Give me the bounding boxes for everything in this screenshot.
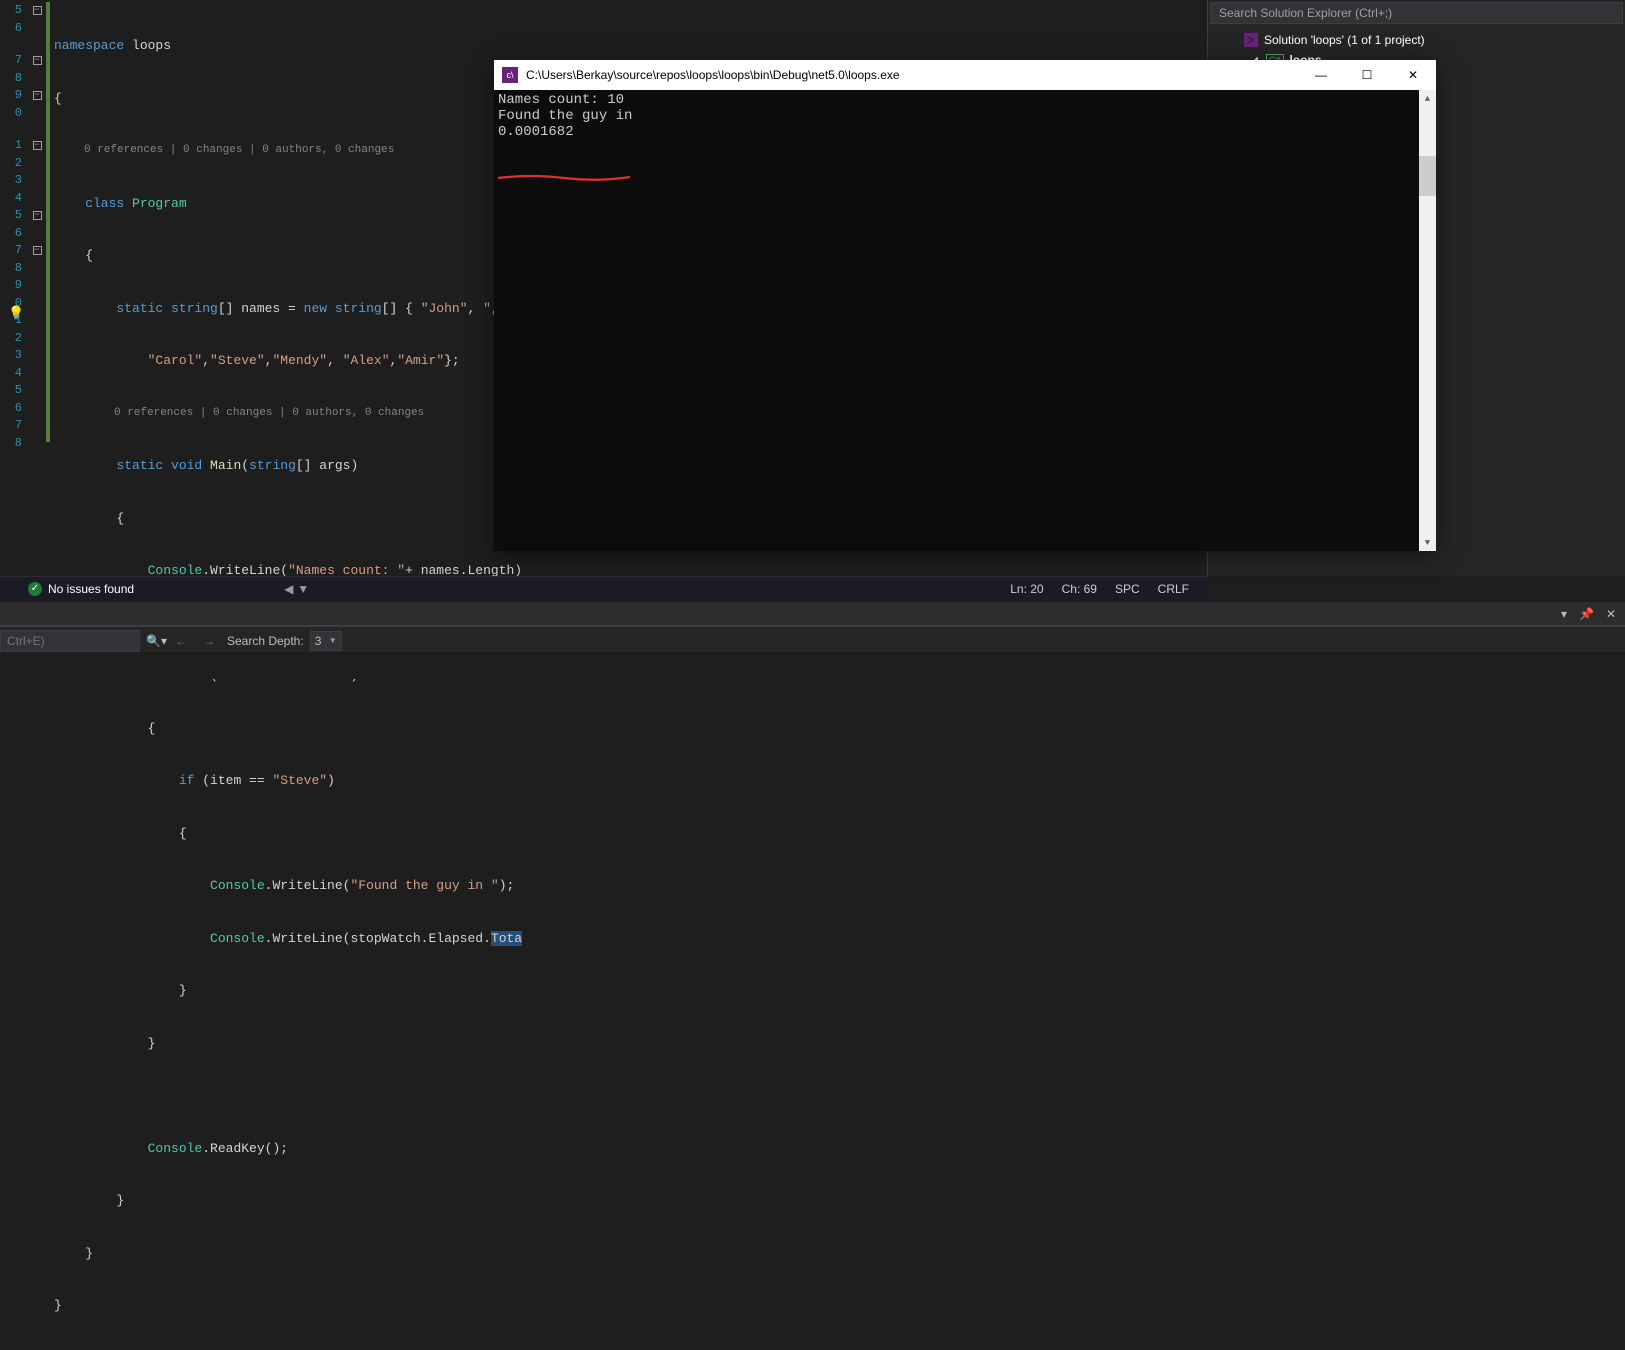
search-icon[interactable]: 🔍▾ (146, 634, 167, 648)
solution-root[interactable]: Solution 'loops' (1 of 1 project) (1208, 30, 1625, 50)
line-endings[interactable]: CRLF (1158, 582, 1189, 596)
solution-label: Solution 'loops' (1 of 1 project) (1264, 33, 1425, 47)
fold-toggle[interactable]: − (33, 91, 42, 100)
scroll-down-icon[interactable]: ▼ (1419, 534, 1436, 551)
panel-pin-icon[interactable]: 📌 (1576, 607, 1597, 621)
search-depth-select[interactable]: 3 ▼ (310, 631, 342, 651)
console-output[interactable]: Names count: 10 Found the guy in 0.00016… (494, 90, 1436, 551)
annotation-underline (498, 142, 630, 150)
chevron-down-icon: ▼ (329, 636, 337, 645)
fold-toggle[interactable]: − (33, 6, 42, 15)
indent-mode[interactable]: SPC (1115, 582, 1140, 596)
minimize-button[interactable]: — (1298, 60, 1344, 90)
cursor-col[interactable]: Ch: 69 (1062, 582, 1097, 596)
panel-close-icon[interactable]: ✕ (1603, 607, 1619, 621)
nav-back-button[interactable]: ← (175, 634, 187, 648)
check-icon[interactable]: ✓ (28, 582, 42, 596)
nav-forward-button[interactable]: → (203, 634, 215, 648)
panel-dropdown-icon[interactable]: ▾ (1558, 607, 1570, 621)
scroll-up-icon[interactable]: ▲ (1419, 90, 1436, 107)
fold-column: − − − − − − (28, 0, 46, 576)
empty-area (0, 652, 1625, 679)
search-field[interactable] (7, 634, 133, 648)
search-input[interactable] (0, 630, 140, 652)
bottom-search-bar: 🔍▾ ← → Search Depth: 3 ▼ (0, 626, 1625, 654)
nav-back-icon[interactable]: ◀ (284, 582, 293, 596)
status-bar: ✓ No issues found ◀ ▼ Ln: 20 Ch: 69 SPC … (0, 576, 1207, 600)
console-scrollbar[interactable]: ▲ ▼ (1419, 90, 1436, 551)
issues-status[interactable]: No issues found (48, 582, 134, 596)
line-number-gutter: 5 6 7 8 9 0 1 2 3 4 5 6 7 8 9 0 1 2 3 4 … (0, 0, 28, 576)
scroll-thumb[interactable] (1419, 156, 1436, 196)
cursor-line[interactable]: Ln: 20 (1010, 582, 1043, 596)
console-app-icon: c\ (502, 67, 518, 83)
search-depth-label: Search Depth: (227, 634, 304, 648)
nav-fwd-icon[interactable]: ▼ (297, 582, 309, 596)
solution-search-input[interactable]: Search Solution Explorer (Ctrl+;) (1210, 2, 1623, 24)
maximize-button[interactable]: ☐ (1344, 60, 1390, 90)
solution-icon (1244, 33, 1258, 47)
fold-toggle[interactable]: − (33, 211, 42, 220)
panel-header: ▾ 📌 ✕ (0, 602, 1625, 626)
lightbulb-icon[interactable]: 💡 (8, 306, 22, 320)
fold-toggle[interactable]: − (33, 246, 42, 255)
console-window: c\ C:\Users\Berkay\source\repos\loops\lo… (494, 60, 1436, 551)
fold-toggle[interactable]: − (33, 141, 42, 150)
close-button[interactable]: ✕ (1390, 60, 1436, 90)
console-titlebar[interactable]: c\ C:\Users\Berkay\source\repos\loops\lo… (494, 60, 1436, 90)
console-title: C:\Users\Berkay\source\repos\loops\loops… (526, 68, 1298, 82)
fold-toggle[interactable]: − (33, 56, 42, 65)
